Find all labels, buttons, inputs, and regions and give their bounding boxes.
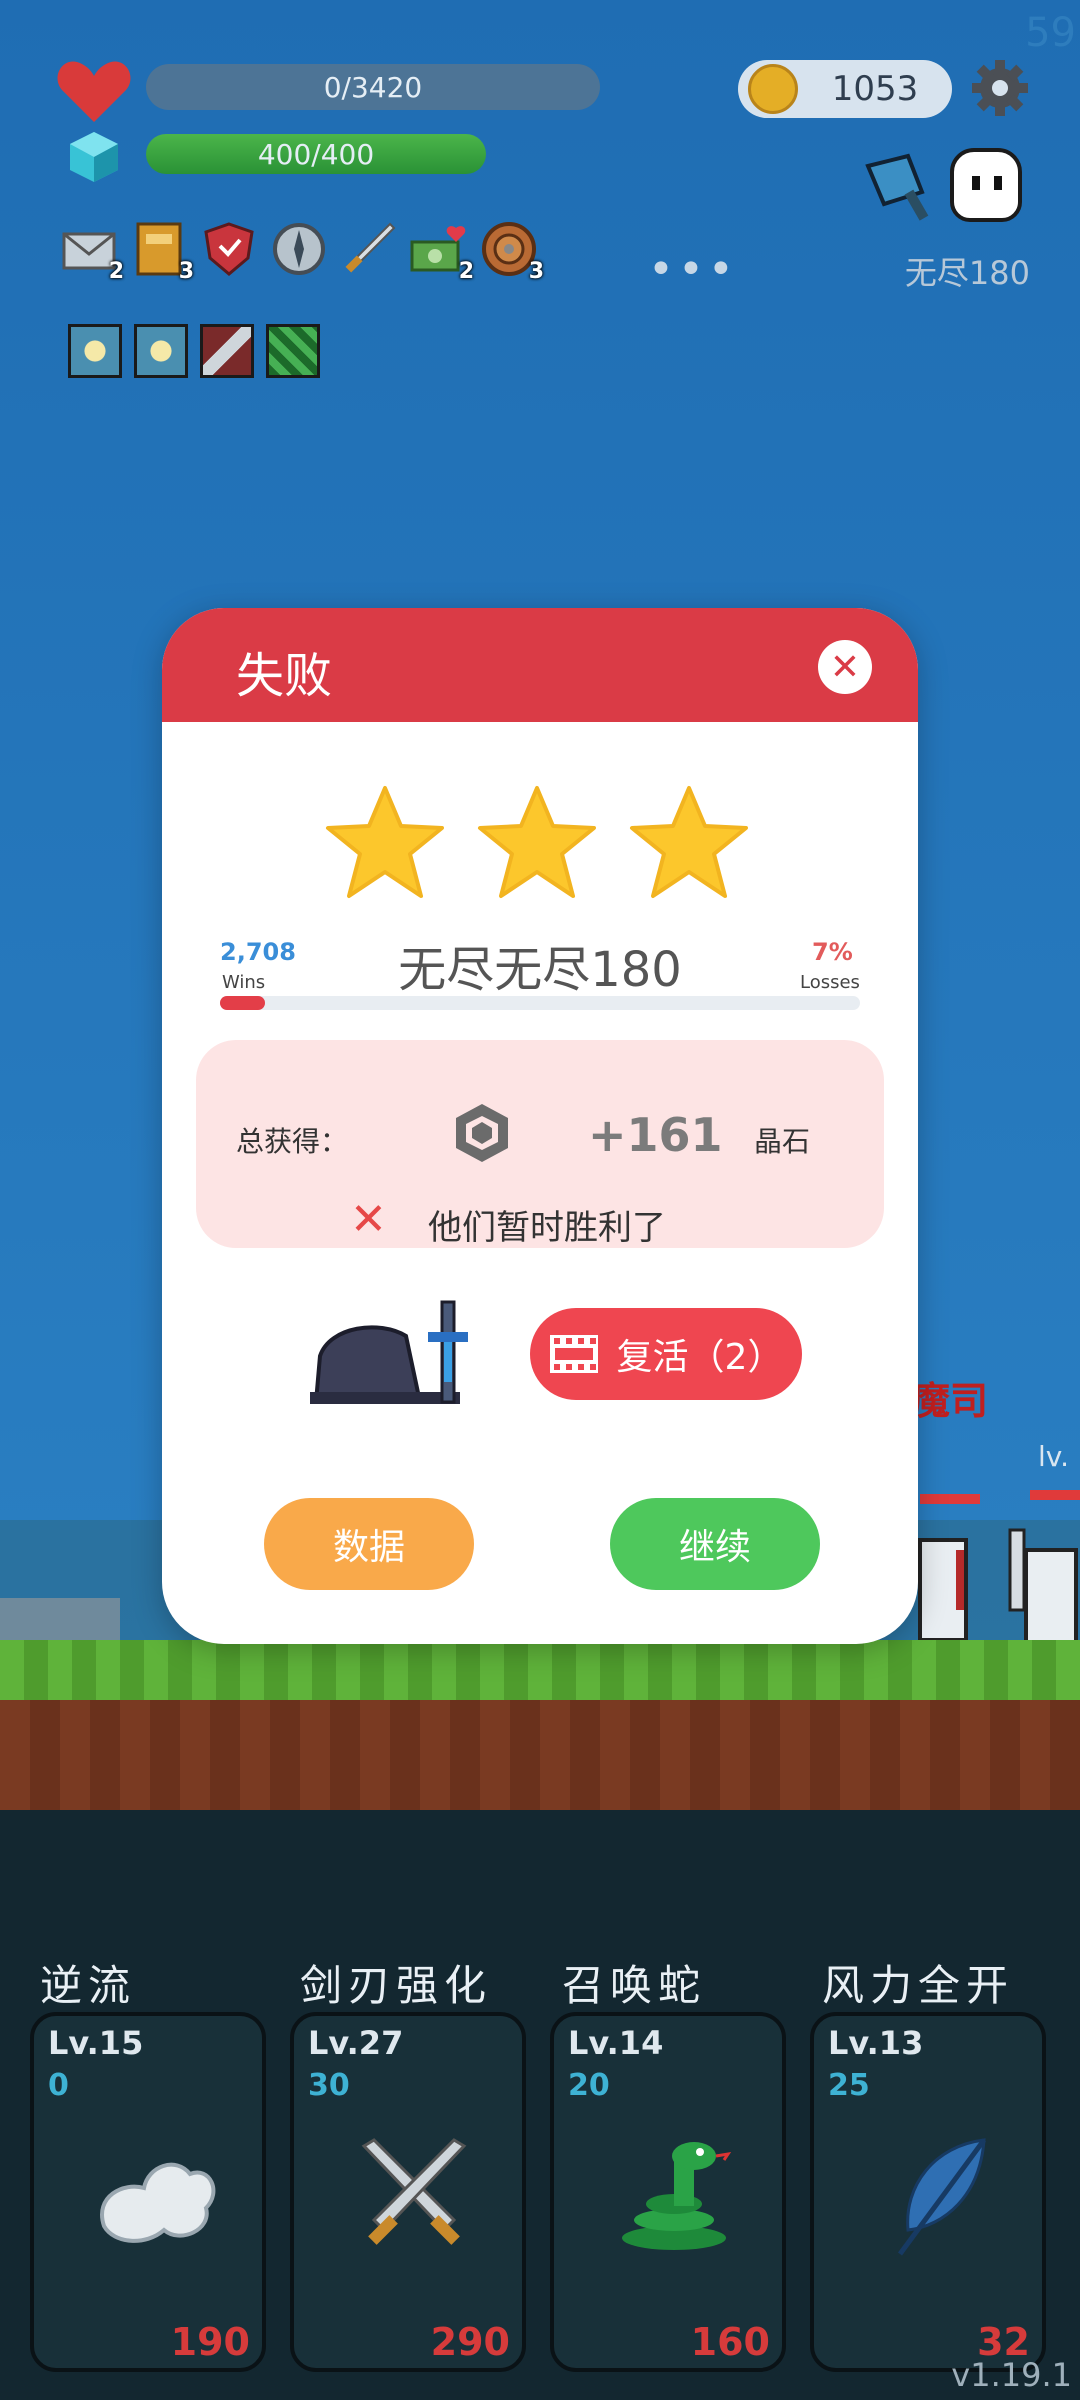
stage-name: 无尽无尽180 — [398, 942, 682, 998]
skill-level: Lv.15 — [48, 2024, 144, 2062]
skill-sub-value: 30 — [308, 2068, 350, 2103]
losses-value: 7% — [812, 938, 853, 966]
star-icon — [478, 786, 596, 898]
fps-counter: 59 — [1025, 10, 1076, 56]
fail-x-icon: ✕ — [350, 1194, 387, 1245]
skill-cost: 290 — [430, 2320, 510, 2364]
skill-card-snake[interactable]: Lv.14 20 160 — [550, 2012, 786, 2372]
feather-icon — [897, 2138, 987, 2256]
result-message: 他们暂时胜利了 — [428, 1208, 666, 1248]
star-rating — [322, 784, 752, 904]
continue-button[interactable]: 继续 — [610, 1498, 820, 1590]
crossed-swords-icon — [361, 2138, 467, 2245]
star-icon — [630, 786, 748, 898]
tombstone-sword-icon — [310, 1300, 468, 1404]
enemy-name: 魔司 — [912, 1379, 989, 1423]
enemy-hp-bar — [1030, 1490, 1080, 1500]
skill-cost: 190 — [170, 2320, 250, 2364]
ground-grass — [0, 1640, 1080, 1700]
skill-card-wind[interactable]: Lv.13 25 32 — [810, 2012, 1046, 2372]
skill-sub-value: 0 — [48, 2068, 69, 2103]
boss-ghost-icon — [950, 148, 1022, 222]
enemy-hp-bar — [920, 1494, 980, 1504]
reward-unit: 晶石 — [754, 1125, 811, 1158]
gear-icon[interactable] — [970, 58, 1030, 118]
crystal-icon — [456, 1104, 508, 1162]
skill-sub-value: 20 — [568, 2068, 610, 2103]
cleaver-icon — [865, 153, 929, 221]
item-bar: 2 3 2 3 — [60, 220, 544, 284]
mana-gem-icon — [70, 132, 118, 182]
skill-title: 逆流 — [40, 1961, 137, 2010]
more-icon[interactable]: ••• — [648, 244, 738, 295]
close-icon: ✕ — [829, 646, 861, 688]
revive-button[interactable]: 复活（2） — [530, 1308, 802, 1400]
mana-bar: 400/400 — [146, 134, 486, 174]
enemy-knight-sprite — [918, 1528, 1078, 1648]
version-label: v1.19.1 — [951, 2356, 1072, 2394]
green-rune-icon — [266, 324, 320, 378]
hp-bar: 0/3420 — [146, 64, 600, 110]
skill-level: Lv.13 — [828, 2024, 924, 2062]
compass-icon[interactable] — [270, 220, 328, 278]
losses-label: Losses — [800, 972, 860, 993]
book-icon[interactable]: 3 — [130, 220, 194, 284]
skill-level: Lv.27 — [308, 2024, 404, 2062]
star-icon — [326, 786, 444, 898]
coin-icon — [748, 64, 798, 114]
mail-icon[interactable]: 2 — [60, 220, 124, 284]
sword-icon[interactable] — [340, 220, 398, 278]
win-loss-progress — [220, 996, 860, 1010]
reward-label: 总获得： — [236, 1125, 349, 1158]
coin-value: 1053 — [831, 69, 919, 109]
skill-cost: 160 — [690, 2320, 770, 2364]
shield-icon[interactable] — [200, 220, 258, 278]
close-button[interactable]: ✕ — [818, 640, 872, 694]
skill-card-nliu[interactable]: Lv.15 0 190 — [30, 2012, 266, 2372]
data-button[interactable]: 数据 — [264, 1498, 474, 1590]
snake-icon — [622, 2142, 732, 2250]
coin-counter: 1053 — [738, 60, 952, 118]
skill-title: 剑刃强化 — [300, 1961, 493, 2010]
defeat-dialog: 失败 ✕ 2,708 Wins 无尽无尽180 7% Losses 总获得： +… — [162, 608, 918, 1644]
revive-label: 复活（2） — [616, 1337, 784, 1378]
wins-label: Wins — [222, 972, 266, 993]
cash-heart-icon[interactable]: 2 — [410, 220, 474, 284]
dialog-title: 失败 — [236, 648, 333, 704]
skill-title: 召唤蛇 — [562, 1961, 707, 2010]
heart-icon — [57, 61, 131, 122]
skill-title: 风力全开 — [822, 1961, 1015, 2010]
round-shield-icon[interactable]: 3 — [480, 220, 544, 284]
skill-level: Lv.14 — [568, 2024, 664, 2062]
bulb-rune-icon — [68, 324, 122, 378]
skill-sub-value: 25 — [828, 2068, 870, 2103]
bulb-rune-icon — [134, 324, 188, 378]
skill-card-blade[interactable]: Lv.27 30 290 — [290, 2012, 526, 2372]
cloud-wing-icon — [100, 2162, 216, 2243]
enemy-level: lv. — [1038, 1440, 1070, 1473]
ground-dirt — [0, 1700, 1080, 1810]
buff-rune-bar — [68, 324, 320, 378]
blade-rune-icon — [200, 324, 254, 378]
wins-value: 2,708 — [220, 938, 296, 966]
reward-value: +161 — [588, 1108, 723, 1162]
stage-label: 无尽180 — [904, 254, 1030, 292]
progress-fill — [220, 996, 265, 1010]
video-icon — [549, 1335, 598, 1373]
stone-ruins — [0, 1598, 120, 1644]
